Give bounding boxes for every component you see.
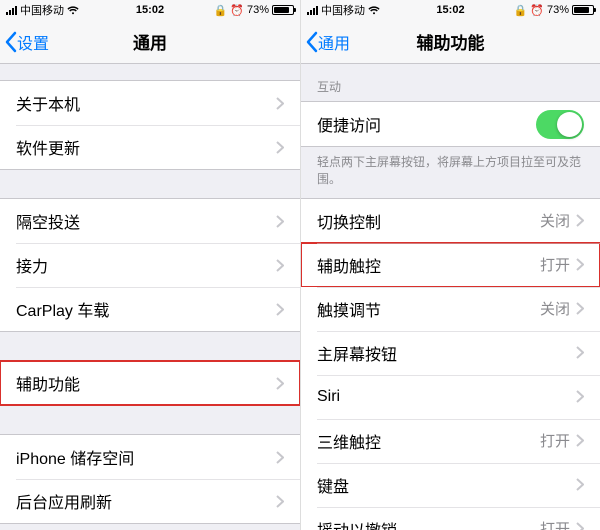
settings-row[interactable]: 触摸调节关闭 (301, 287, 600, 331)
row-label: 辅助功能 (16, 371, 276, 395)
row-label: CarPlay 车载 (16, 297, 276, 321)
row-detail: 关闭 (540, 298, 570, 319)
chevron-right-icon (576, 214, 584, 227)
settings-row[interactable]: 关于本机 (0, 81, 300, 125)
settings-row[interactable]: 辅助触控打开 (301, 243, 600, 287)
accessibility-list[interactable]: 互动 便捷访问 轻点两下主屏幕按钮，将屏幕上方项目拉至可及范围。 切换控制关闭辅… (301, 64, 600, 530)
chevron-right-icon (276, 259, 284, 272)
settings-row[interactable]: 主屏幕按钮 (301, 331, 600, 375)
row-label: 键盘 (317, 473, 576, 497)
section-footer: 轻点两下主屏幕按钮，将屏幕上方项目拉至可及范围。 (301, 147, 600, 198)
wifi-icon (368, 6, 380, 15)
settings-group: 关于本机软件更新 (0, 80, 300, 170)
settings-row[interactable]: 后台应用刷新 (0, 479, 300, 523)
settings-row[interactable]: 接力 (0, 243, 300, 287)
carrier-label: 中国移动 (321, 2, 365, 18)
settings-row[interactable]: 辅助功能 (0, 361, 300, 405)
alarm-icon: ⏰ (230, 4, 244, 17)
row-label: 主屏幕按钮 (317, 341, 576, 365)
back-button[interactable]: 设置 (0, 30, 49, 54)
chevron-right-icon (276, 377, 284, 390)
section-header: 互动 (301, 64, 600, 101)
chevron-right-icon (576, 390, 584, 403)
row-label: iPhone 储存空间 (16, 445, 276, 469)
lock-icon: 🔒 (514, 4, 528, 17)
general-settings-screen: 中国移动 15:02 🔒 ⏰ 73% 设置 通用 关于本机软件更新隔空投送接力 C… (0, 0, 300, 530)
chevron-right-icon (276, 495, 284, 508)
settings-row[interactable]: iPhone 储存空间 (0, 435, 300, 479)
settings-group: 隔空投送接力 CarPlay 车载 (0, 198, 300, 332)
settings-row[interactable]: CarPlay 车载 (0, 287, 300, 331)
nav-bar: 设置 通用 (0, 20, 300, 64)
chevron-right-icon (576, 346, 584, 359)
chevron-right-icon (276, 215, 284, 228)
settings-row[interactable]: 键盘 (301, 463, 600, 507)
signal-icon (6, 6, 17, 15)
chevron-right-icon (576, 258, 584, 271)
row-label: 三维触控 (317, 429, 540, 453)
chevron-right-icon (576, 522, 584, 530)
settings-group: iPhone 储存空间后台应用刷新 (0, 434, 300, 524)
chevron-left-icon (4, 31, 17, 53)
row-label: 便捷访问 (317, 112, 536, 136)
chevron-right-icon (276, 303, 284, 316)
chevron-right-icon (576, 302, 584, 315)
chevron-right-icon (576, 478, 584, 491)
chevron-right-icon (276, 97, 284, 110)
row-detail: 打开 (540, 254, 570, 275)
battery-pct: 73% (547, 4, 569, 16)
nav-bar: 通用 辅助功能 (301, 20, 600, 64)
quick-access-toggle[interactable] (536, 110, 584, 139)
settings-row[interactable]: 软件更新 (0, 125, 300, 169)
row-label: 后台应用刷新 (16, 489, 276, 513)
chevron-right-icon (276, 451, 284, 464)
back-label: 设置 (17, 30, 49, 54)
row-label: 触摸调节 (317, 297, 540, 321)
row-label: 软件更新 (16, 135, 276, 159)
row-label: 关于本机 (16, 91, 276, 115)
battery-icon (272, 5, 294, 15)
row-label: 隔空投送 (16, 209, 276, 233)
row-label: 接力 (16, 253, 276, 277)
chevron-right-icon (276, 141, 284, 154)
signal-icon (307, 6, 318, 15)
wifi-icon (67, 6, 79, 15)
battery-pct: 73% (247, 4, 269, 16)
carrier-label: 中国移动 (20, 2, 64, 18)
row-detail: 打开 (540, 518, 570, 530)
row-label: 辅助触控 (317, 253, 540, 277)
settings-row[interactable]: 隔空投送 (0, 199, 300, 243)
back-button[interactable]: 通用 (301, 30, 350, 54)
status-bar: 中国移动 15:02 🔒 ⏰ 73% (301, 0, 600, 20)
row-label: 切换控制 (317, 209, 540, 233)
settings-group: 辅助功能 (0, 360, 300, 406)
settings-row[interactable]: 摇动以撤销打开 (301, 507, 600, 530)
chevron-left-icon (305, 31, 318, 53)
row-quick-access[interactable]: 便捷访问 (301, 102, 600, 146)
battery-icon (572, 5, 594, 15)
row-detail: 关闭 (540, 210, 570, 231)
back-label: 通用 (318, 30, 350, 54)
row-label: 摇动以撤销 (317, 517, 540, 530)
lock-icon: 🔒 (214, 4, 228, 17)
settings-row[interactable]: 切换控制关闭 (301, 199, 600, 243)
settings-row[interactable]: Siri (301, 375, 600, 419)
status-bar: 中国移动 15:02 🔒 ⏰ 73% (0, 0, 300, 20)
settings-list[interactable]: 关于本机软件更新隔空投送接力 CarPlay 车载辅助功能 iPhone 储存空间后… (0, 64, 300, 530)
row-detail: 打开 (540, 430, 570, 451)
row-label: Siri (317, 388, 576, 406)
alarm-icon: ⏰ (530, 4, 544, 17)
settings-row[interactable]: 三维触控打开 (301, 419, 600, 463)
chevron-right-icon (576, 434, 584, 447)
accessibility-screen: 中国移动 15:02 🔒 ⏰ 73% 通用 辅助功能 互动 便捷访问 (300, 0, 600, 530)
